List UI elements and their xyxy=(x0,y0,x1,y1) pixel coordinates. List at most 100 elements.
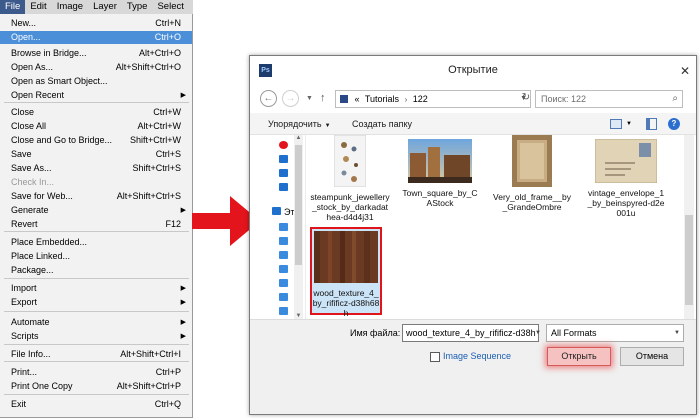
menu-item-label: Generate xyxy=(11,205,49,215)
file-item[interactable]: Town_square_by_CAStock xyxy=(400,135,480,208)
file-item[interactable]: Very_old_frame__by_GrandeOmbre xyxy=(492,135,572,212)
creative-cloud-icon[interactable] xyxy=(279,141,288,149)
view-dropdown-icon[interactable]: ▼ xyxy=(626,113,632,135)
menu-item-shortcut: Alt+Shift+Ctrl+I xyxy=(120,349,181,359)
filename-dropdown-icon[interactable]: ▼ xyxy=(532,325,544,341)
menu-item-place-linked[interactable]: Place Linked... xyxy=(0,250,192,263)
menu-item-label: Save As... xyxy=(11,163,52,173)
image-sequence-label[interactable]: Image Sequence xyxy=(443,351,511,361)
menu-item-shortcut: Ctrl+P xyxy=(155,367,181,377)
menu-item-place-embedded[interactable]: Place Embedded... xyxy=(0,236,192,249)
menu-item-close-all[interactable]: Close All Alt+Ctrl+W xyxy=(0,120,192,133)
search-icon: ⌕ xyxy=(672,93,678,104)
menu-item-label: Open Recent xyxy=(11,90,65,100)
organize-button[interactable]: Упорядочить ▼ xyxy=(268,113,331,137)
menu-item-revert[interactable]: Revert F12 xyxy=(0,218,192,231)
menu-item-new[interactable]: New... Ctrl+N xyxy=(0,17,192,30)
drive-icon[interactable] xyxy=(279,223,288,231)
address-segment-122[interactable]: 122 xyxy=(413,94,428,104)
submenu-arrow-icon: ▶ xyxy=(180,207,186,214)
image-sequence-checkbox[interactable] xyxy=(430,352,440,362)
menu-item-shortcut: Alt+Shift+Ctrl+P xyxy=(116,381,181,391)
nav-scrollbar[interactable]: ▲ ▼ xyxy=(294,135,303,319)
menubar-item-image[interactable]: Image xyxy=(52,0,88,14)
menu-item-print-one-copy[interactable]: Print One Copy Alt+Shift+Ctrl+P xyxy=(0,380,192,393)
menu-item-label: New... xyxy=(11,18,37,28)
menu-item-browse-in-bridge[interactable]: Browse in Bridge... Alt+Ctrl+O xyxy=(0,47,192,60)
scrollbar-thumb[interactable] xyxy=(685,215,693,305)
menu-item-print[interactable]: Print... Ctrl+P xyxy=(0,366,192,379)
drive-icon[interactable] xyxy=(279,293,288,301)
menu-item-shortcut: Ctrl+Q xyxy=(154,399,181,409)
format-select[interactable]: All Formats ▼ xyxy=(546,324,684,342)
preview-pane-icon[interactable] xyxy=(646,118,657,130)
menu-item-file-info[interactable]: File Info... Alt+Shift+Ctrl+I xyxy=(0,348,192,361)
menubar-item-file[interactable]: File xyxy=(0,0,26,14)
open-file-dialog: Ps Открытие ✕ ← → ▼ ↑ « Tutorials › 122 … xyxy=(249,55,697,415)
file-item-selected[interactable]: wood_texture_4_by_rifificz-d38h68h xyxy=(310,227,382,318)
change-view-icon[interactable] xyxy=(610,119,622,129)
menu-item-generate[interactable]: Generate ▶ xyxy=(0,204,192,217)
menu-item-open-as-smart-object[interactable]: Open as Smart Object... xyxy=(0,75,192,88)
menu-item-open-recent[interactable]: Open Recent ▶ xyxy=(0,89,192,102)
menubar-item-layer[interactable]: Layer xyxy=(88,0,122,14)
menu-item-package[interactable]: Package... xyxy=(0,264,192,277)
dialog-footer: Имя файла: wood_texture_4_by_rifificz-d3… xyxy=(250,319,696,414)
drive-icon[interactable] xyxy=(279,265,288,273)
file-name: Town_square_by_CAStock xyxy=(402,188,478,208)
this-pc-label[interactable]: Эт xyxy=(284,207,295,217)
format-value: All Formats xyxy=(551,328,597,338)
menu-item-save-for-web[interactable]: Save for Web... Alt+Shift+Ctrl+S xyxy=(0,190,192,203)
library-icon[interactable] xyxy=(279,169,288,177)
cancel-button[interactable]: Отмена xyxy=(620,347,684,366)
filename-input[interactable]: wood_texture_4_by_rifificz-d38h xyxy=(402,324,539,342)
menu-item-close-and-go-to-bridge[interactable]: Close and Go to Bridge... Shift+Ctrl+W xyxy=(0,134,192,147)
menubar-item-edit[interactable]: Edit xyxy=(25,0,51,14)
forward-button[interactable]: → xyxy=(282,90,299,107)
menu-item-export[interactable]: Export ▶ xyxy=(0,296,192,309)
scroll-up-icon[interactable]: ▲ xyxy=(294,135,303,141)
search-input[interactable]: Поиск: 122 ⌕ xyxy=(535,90,683,108)
chevron-right-icon[interactable]: › xyxy=(405,95,408,104)
close-button[interactable]: ✕ xyxy=(678,64,692,78)
library-icon[interactable] xyxy=(279,183,288,191)
scrollbar-thumb[interactable] xyxy=(295,145,302,265)
menu-item-automate[interactable]: Automate ▶ xyxy=(0,316,192,329)
network-icon[interactable] xyxy=(279,307,288,315)
help-icon[interactable]: ? xyxy=(668,118,680,130)
menubar-item-type[interactable]: Type xyxy=(122,0,153,14)
menu-item-label: Check In... xyxy=(11,177,55,187)
file-list-scrollbar[interactable] xyxy=(684,135,694,319)
menu-item-shortcut: Alt+Ctrl+O xyxy=(138,48,181,58)
submenu-arrow-icon: ▶ xyxy=(180,92,186,99)
library-icon[interactable] xyxy=(279,155,288,163)
address-segment-tutorials[interactable]: Tutorials xyxy=(365,94,399,104)
menu-item-close[interactable]: Close Ctrl+W xyxy=(0,106,192,119)
up-folder-icon[interactable]: ↑ xyxy=(320,92,326,104)
menubar-item-select[interactable]: Select xyxy=(152,0,188,14)
address-overflow[interactable]: « xyxy=(355,94,360,104)
menu-item-scripts[interactable]: Scripts ▶ xyxy=(0,330,192,343)
refresh-icon[interactable]: ↻ xyxy=(518,90,534,106)
open-button[interactable]: Открыть xyxy=(547,347,611,366)
back-button[interactable]: ← xyxy=(260,90,277,107)
drive-icon[interactable] xyxy=(279,279,288,287)
new-folder-button[interactable]: Создать папку xyxy=(352,113,412,135)
drive-icon[interactable] xyxy=(279,237,288,245)
menu-item-import[interactable]: Import ▶ xyxy=(0,282,192,295)
address-bar[interactable]: « Tutorials › 122 ▼ xyxy=(335,90,531,108)
menu-item-label: Close xyxy=(11,107,35,117)
menu-item-save-as[interactable]: Save As... Shift+Ctrl+S xyxy=(0,162,192,175)
menu-item-open-as[interactable]: Open As... Alt+Shift+Ctrl+O xyxy=(0,61,192,74)
file-item[interactable]: steampunk_jewellery_stock_by_darkadathea… xyxy=(310,135,390,222)
computer-icon[interactable] xyxy=(272,207,281,215)
menu-item-shortcut: Alt+Shift+Ctrl+O xyxy=(115,62,181,72)
menu-item-open[interactable]: Open... Ctrl+O xyxy=(0,31,192,44)
file-item[interactable]: vintage_envelope_1_by_beinspyred-d2e001u xyxy=(586,135,666,218)
drive-icon[interactable] xyxy=(279,251,288,259)
menu-item-exit[interactable]: Exit Ctrl+Q xyxy=(0,398,192,411)
menu-item-label: Print... xyxy=(11,367,38,377)
menu-item-save[interactable]: Save Ctrl+S xyxy=(0,148,192,161)
recent-locations-dropdown-icon[interactable]: ▼ xyxy=(306,95,313,102)
menu-item-label: Package... xyxy=(11,265,54,275)
